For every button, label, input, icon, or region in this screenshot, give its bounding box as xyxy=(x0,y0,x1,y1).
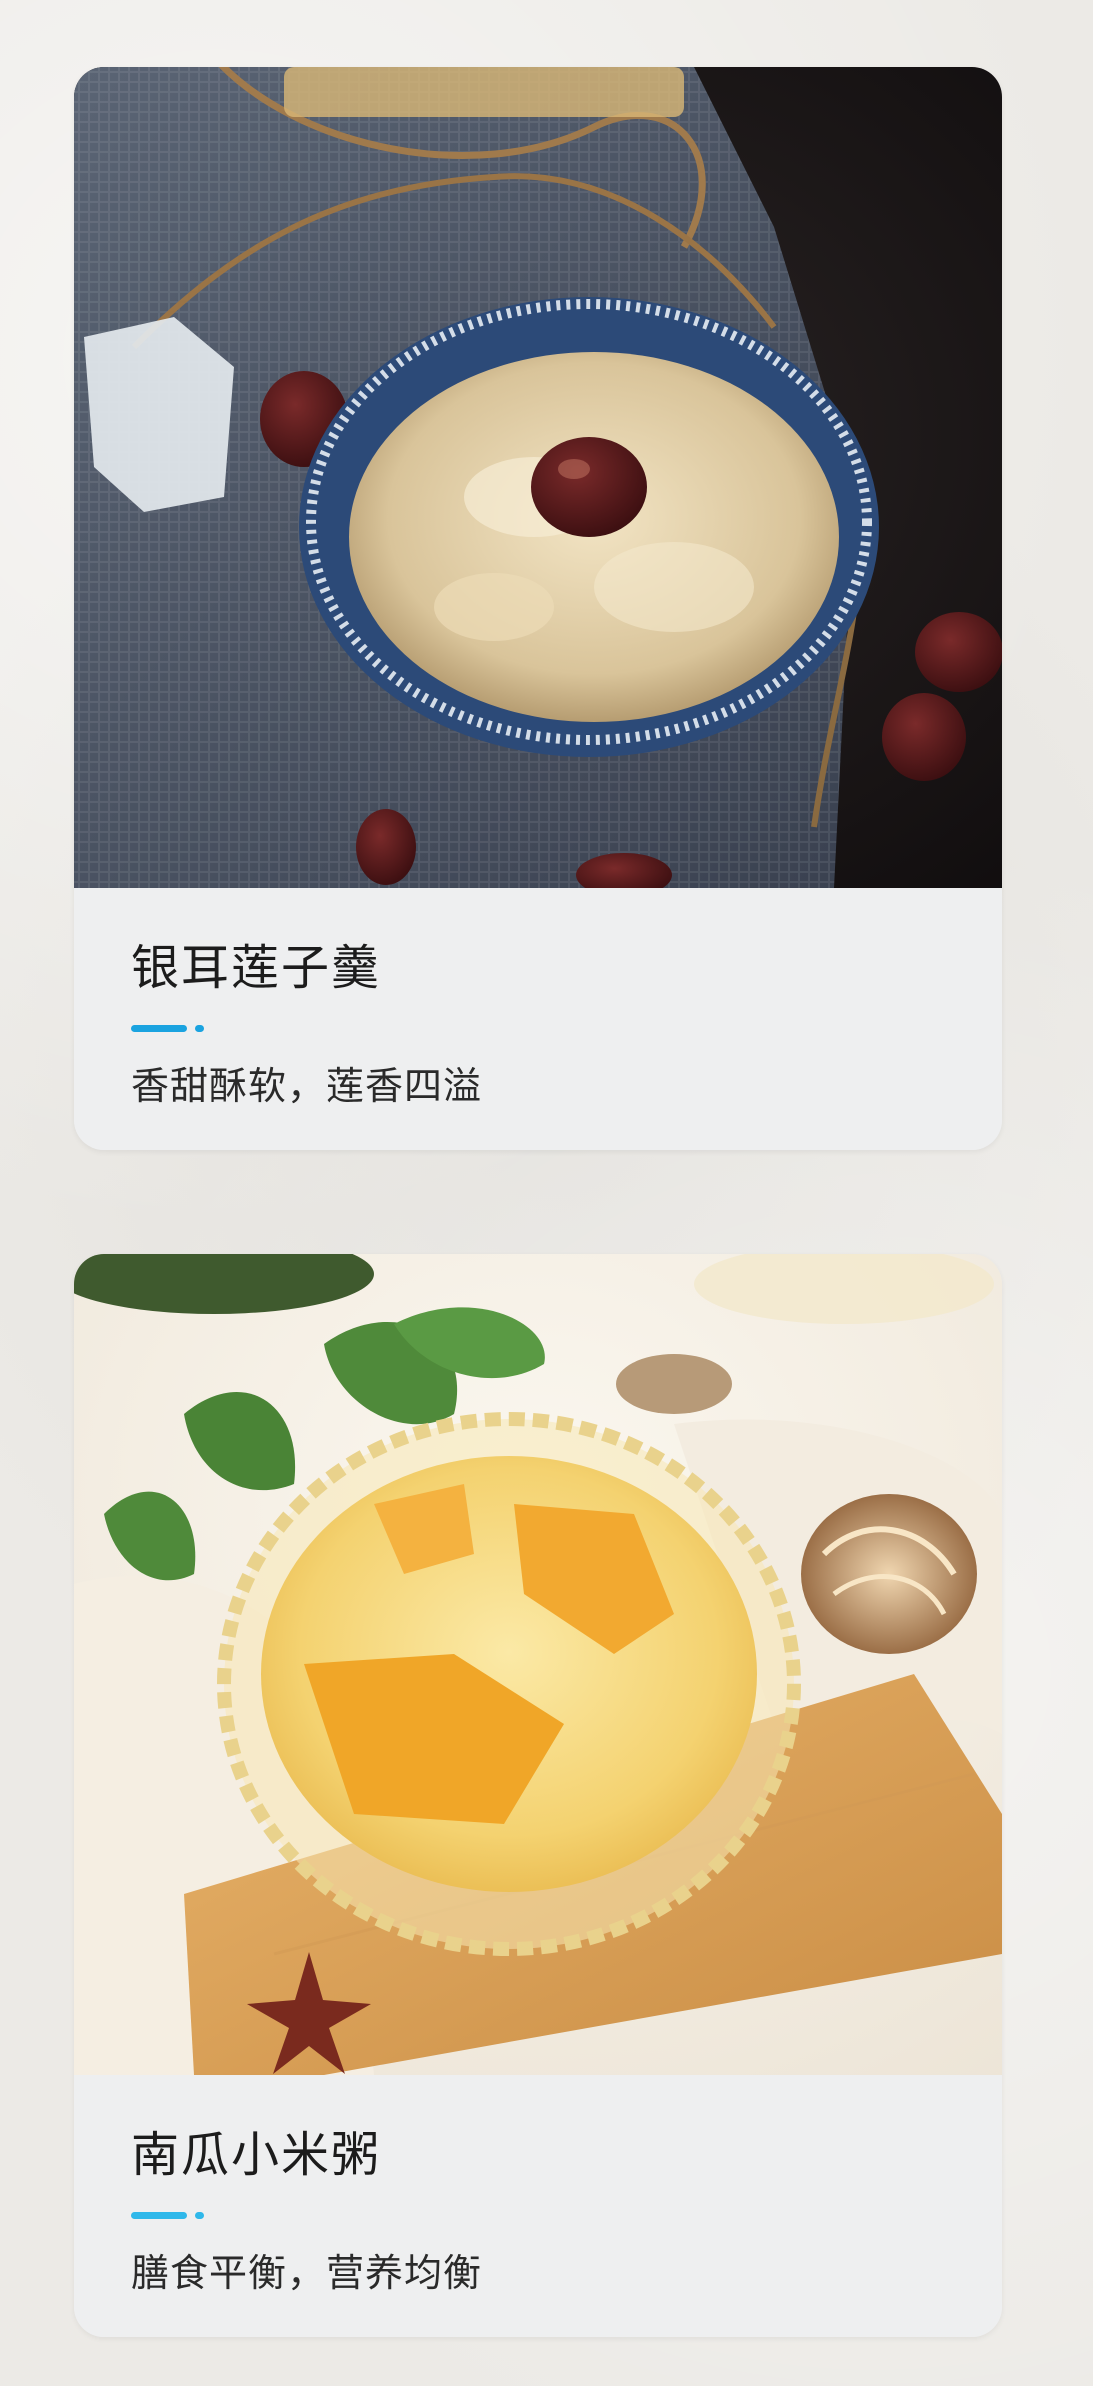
card-subtitle: 香甜酥软，莲香四溢 xyxy=(131,1064,483,1108)
card-subtitle: 膳食平衡，营养均衡 xyxy=(131,2251,483,2295)
recipe-card[interactable]: 银耳莲子羹 香甜酥软，莲香四溢 xyxy=(74,67,1002,1150)
pumpkin-millet-porridge-photo xyxy=(74,1254,1002,2075)
card-caption: 银耳莲子羹 香甜酥软，莲香四溢 xyxy=(74,888,1002,1150)
title-underline xyxy=(131,2212,211,2219)
underline-bar xyxy=(131,1025,187,1032)
underline-bar xyxy=(131,2212,187,2219)
card-title: 银耳莲子羹 xyxy=(131,940,382,996)
underline-dot xyxy=(195,2212,204,2219)
title-underline xyxy=(131,1025,211,1032)
tremella-lotus-soup-photo xyxy=(74,67,1002,888)
recipe-card[interactable]: 南瓜小米粥 膳食平衡，营养均衡 xyxy=(74,1254,1002,2337)
card-caption: 南瓜小米粥 膳食平衡，营养均衡 xyxy=(74,2075,1002,2337)
underline-dot xyxy=(195,1025,204,1032)
card-title: 南瓜小米粥 xyxy=(131,2127,382,2183)
